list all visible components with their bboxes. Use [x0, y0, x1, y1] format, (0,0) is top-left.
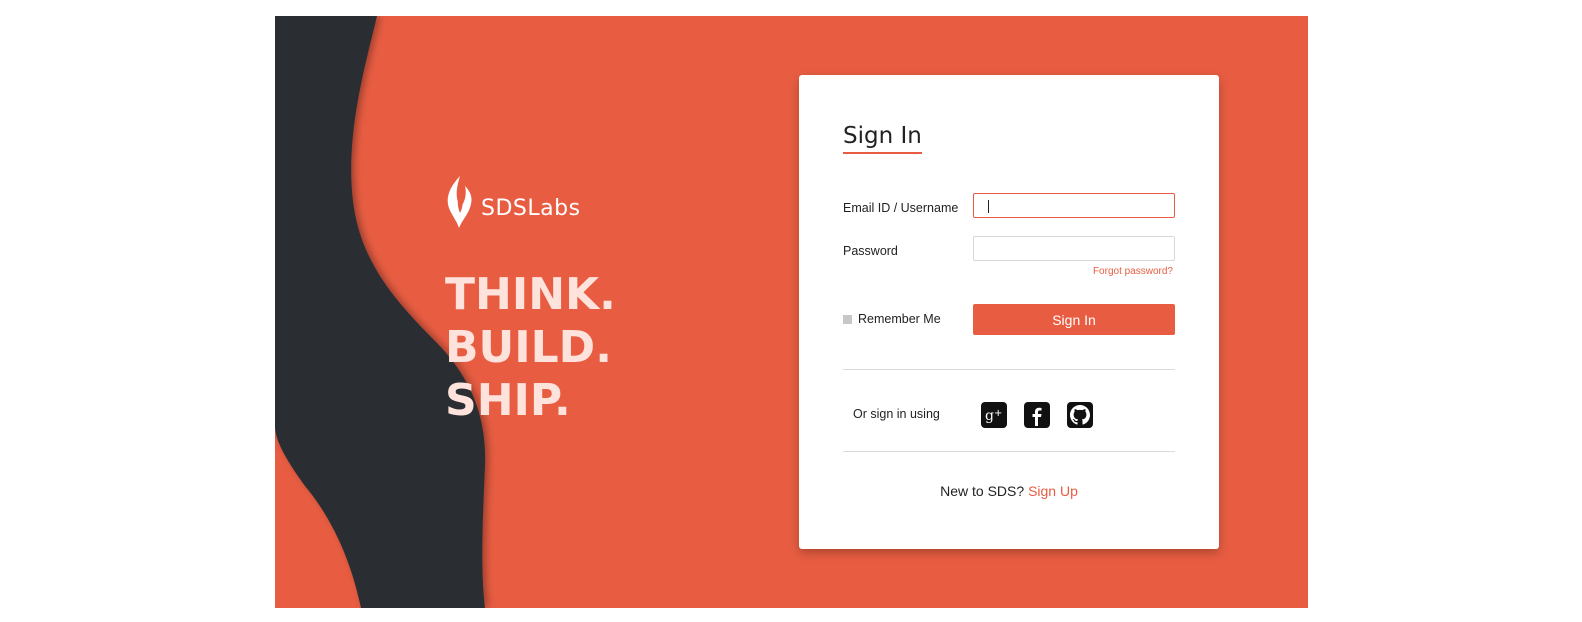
remember-me-checkbox[interactable] — [843, 314, 852, 324]
remember-me-label: Remember Me — [858, 312, 941, 326]
github-icon[interactable] — [1067, 402, 1093, 428]
login-page: SDSLabs THINK. BUILD. SHIP. Sign In Emai… — [275, 16, 1308, 608]
email-label: Email ID / Username — [843, 201, 959, 215]
facebook-icon[interactable] — [1024, 402, 1050, 428]
forgot-password-link[interactable]: Forgot password? — [1093, 266, 1173, 277]
google-plus-glyph: g + — [985, 408, 1002, 424]
slogan-line-ship: SHIP. — [445, 375, 571, 426]
slogan: THINK. BUILD. SHIP. — [445, 268, 616, 427]
logo-text: SDSLabs — [481, 195, 581, 221]
sign-in-card: Sign In Email ID / Username Password For… — [799, 75, 1219, 549]
divider-bottom — [843, 451, 1175, 452]
slogan-line-build: BUILD. — [445, 322, 612, 373]
card-title: Sign In — [843, 123, 922, 154]
text-caret — [988, 200, 989, 213]
password-label: Password — [843, 244, 898, 258]
sign-up-link[interactable]: Sign Up — [1028, 483, 1078, 499]
slogan-line-think: THINK. — [445, 269, 616, 320]
signup-prompt-text: New to SDS? — [940, 483, 1025, 499]
sign-in-button[interactable]: Sign In — [973, 304, 1175, 335]
social-label: Or sign in using — [853, 407, 940, 421]
facebook-glyph — [1032, 407, 1042, 426]
brand-logo: SDSLabs — [445, 174, 581, 230]
signup-prompt: New to SDS? Sign Up — [799, 483, 1219, 499]
remember-me[interactable]: Remember Me — [843, 312, 941, 326]
google-plus-icon[interactable]: g + — [981, 402, 1007, 428]
password-field[interactable] — [973, 236, 1175, 261]
github-glyph — [1070, 405, 1090, 425]
email-field[interactable] — [973, 193, 1175, 218]
flame-icon — [447, 176, 472, 228]
svg-text:+: + — [994, 408, 1002, 419]
svg-text:g: g — [985, 408, 994, 424]
divider-top — [843, 369, 1175, 370]
